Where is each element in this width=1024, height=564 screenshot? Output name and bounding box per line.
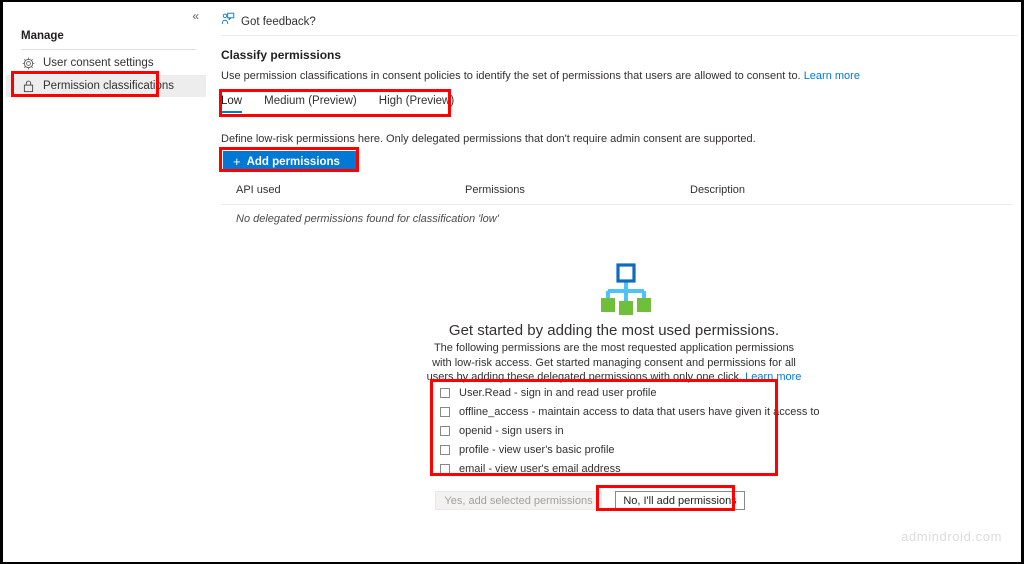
collapse-sidebar-icon[interactable]: « bbox=[192, 10, 199, 22]
plus-icon: + bbox=[233, 154, 241, 169]
empty-state-heading: Get started by adding the most used perm… bbox=[448, 322, 780, 339]
page-title: Classify permissions bbox=[221, 48, 342, 62]
checkbox-user-read[interactable] bbox=[440, 387, 450, 398]
sidebar-item-label: Permission classifications bbox=[43, 80, 175, 92]
empty-state-actions: Yes, add selected permissions No, I'll a… bbox=[435, 491, 745, 510]
sidebar-divider bbox=[21, 49, 196, 50]
page-description: Use permission classifications in consen… bbox=[221, 70, 860, 82]
empty-state-learn-more-link[interactable]: Learn more bbox=[745, 371, 801, 383]
table-empty-message: No delegated permissions found for class… bbox=[236, 213, 499, 225]
define-permissions-text: Define low-risk permissions here. Only d… bbox=[221, 133, 756, 145]
column-header-permissions[interactable]: Permissions bbox=[465, 184, 525, 196]
main-content: Got feedback? Classify permissions Use p… bbox=[210, 4, 1018, 560]
sidebar: « Manage User consent settings Permissio… bbox=[6, 4, 210, 562]
dismiss-add-permissions-button[interactable]: No, I'll add permissions bbox=[615, 491, 745, 510]
suggested-permissions-list: User.Read - sign in and read user profil… bbox=[432, 383, 820, 478]
confirm-add-permissions-button[interactable]: Yes, add selected permissions bbox=[435, 491, 602, 510]
add-permissions-button[interactable]: + Add permissions bbox=[223, 151, 356, 172]
list-item[interactable]: profile - view user's basic profile bbox=[432, 440, 782, 459]
checkbox-profile[interactable] bbox=[440, 444, 450, 455]
gear-icon bbox=[20, 55, 36, 71]
tab-medium-preview[interactable]: Medium (Preview) bbox=[264, 95, 357, 113]
checkbox-openid[interactable] bbox=[440, 425, 450, 436]
app-window: « Manage User consent settings Permissio… bbox=[0, 0, 1024, 564]
hierarchy-org-chart-icon bbox=[599, 261, 653, 317]
classification-tabs: Low Medium (Preview) High (Preview) bbox=[221, 95, 476, 113]
sidebar-item-user-consent-settings[interactable]: User consent settings bbox=[6, 52, 206, 74]
list-item[interactable]: offline_access - maintain access to data… bbox=[432, 402, 820, 421]
empty-state-paragraph: The following permissions are the most r… bbox=[423, 341, 805, 385]
permission-label: email - view user's email address bbox=[459, 462, 621, 475]
permission-label: offline_access - maintain access to data… bbox=[459, 405, 820, 418]
got-feedback-label: Got feedback? bbox=[241, 15, 316, 28]
list-item[interactable]: openid - sign users in bbox=[432, 421, 782, 440]
checkbox-offline-access[interactable] bbox=[440, 406, 450, 417]
lock-icon bbox=[20, 78, 36, 94]
description-learn-more-link[interactable]: Learn more bbox=[804, 70, 860, 82]
permission-label: profile - view user's basic profile bbox=[459, 443, 615, 456]
header-divider bbox=[221, 35, 1018, 36]
permission-label: openid - sign users in bbox=[459, 424, 564, 437]
list-item[interactable]: User.Read - sign in and read user profil… bbox=[432, 383, 782, 402]
column-header-description[interactable]: Description bbox=[690, 184, 745, 196]
empty-state-paragraph-text: The following permissions are the most r… bbox=[426, 342, 796, 383]
checkbox-email[interactable] bbox=[440, 463, 450, 474]
tab-high-preview[interactable]: High (Preview) bbox=[379, 95, 454, 113]
list-item[interactable]: email - view user's email address bbox=[432, 459, 782, 478]
page-description-text: Use permission classifications in consen… bbox=[221, 70, 801, 82]
sidebar-item-permission-classifications[interactable]: Permission classifications bbox=[6, 75, 206, 97]
tab-low[interactable]: Low bbox=[221, 95, 243, 113]
feedback-person-icon bbox=[221, 12, 235, 31]
watermark: admindroid.com bbox=[901, 529, 1002, 544]
add-permissions-label: Add permissions bbox=[246, 155, 340, 168]
sidebar-item-label: User consent settings bbox=[43, 57, 154, 69]
permission-label: User.Read - sign in and read user profil… bbox=[459, 386, 657, 399]
table-divider bbox=[221, 204, 1012, 205]
sidebar-section-label: Manage bbox=[21, 30, 64, 42]
got-feedback-link[interactable]: Got feedback? bbox=[221, 12, 316, 31]
column-header-api-used[interactable]: API used bbox=[236, 184, 281, 196]
permissions-table-header: API used Permissions Description bbox=[221, 184, 1012, 201]
